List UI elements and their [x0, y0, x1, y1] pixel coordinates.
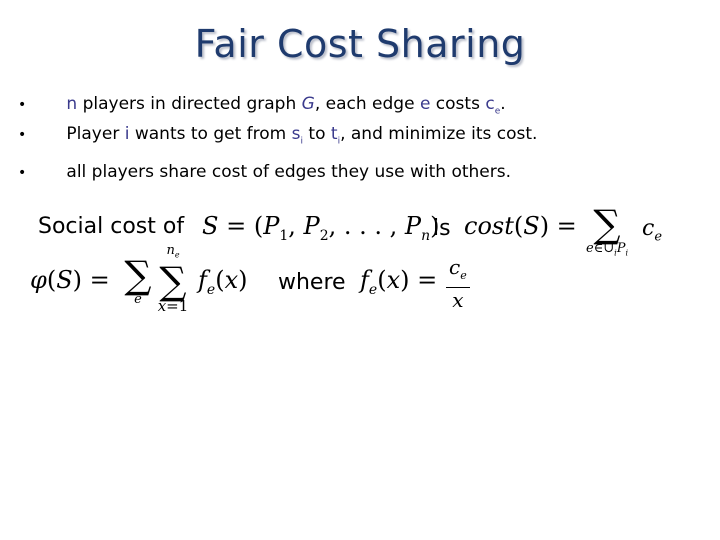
- f-term: fe(x): [198, 266, 248, 298]
- bullet-text: costs: [430, 94, 486, 114]
- var-t: t: [330, 124, 338, 144]
- cost-sum: ∑ e∈∪iPi: [585, 202, 629, 258]
- var-s: s: [291, 124, 301, 144]
- f-definition: fe(x) =: [360, 266, 438, 298]
- cost-formula: cost(S) =: [464, 212, 577, 240]
- bullet-text: all players share cost of edges they use…: [66, 162, 512, 182]
- social-cost-label: Social cost of: [38, 214, 185, 239]
- bullet-marker: •: [18, 127, 27, 143]
- bullet-text: players in directed graph: [77, 94, 302, 114]
- var-e: e: [419, 94, 431, 114]
- bullet-text: , each edge: [314, 94, 420, 114]
- f-fraction: ce x: [446, 256, 470, 312]
- bullet-marker: •: [18, 97, 27, 113]
- sum-over-x: ne ∑ x=1: [157, 243, 189, 315]
- potential-lhs: φ(S) =: [30, 266, 110, 294]
- bullet-text: , and minimize its cost.: [340, 124, 538, 144]
- cost-term: ce: [642, 216, 663, 245]
- bullet-text: to: [303, 124, 331, 144]
- is-word: is: [433, 216, 451, 241]
- var-c: c: [485, 94, 495, 114]
- var-n: n: [66, 94, 78, 114]
- slide-title: Fair Cost Sharing: [194, 22, 526, 66]
- where-word: where: [278, 270, 346, 295]
- bullet-text: wants to get from: [129, 124, 292, 144]
- bullet-3: • all players share cost of edges they u…: [18, 162, 511, 182]
- bullet-2: • Player i wants to get from si to ti, a…: [18, 124, 537, 146]
- bullet-text: .: [500, 94, 506, 114]
- bullet-text: Player: [66, 124, 125, 144]
- strategy-formula: S = (P1, P2, . . . , Pn): [202, 212, 440, 244]
- bullet-marker: •: [18, 165, 27, 181]
- var-G: G: [301, 94, 315, 114]
- bullet-1: • n players in directed graph G, each ed…: [18, 94, 506, 116]
